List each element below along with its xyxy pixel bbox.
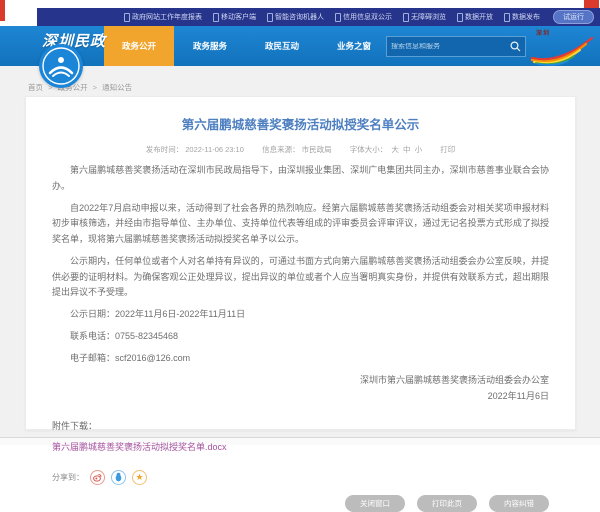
top-utility-bar: 政府网站工作年度报表 移动客户端 智能咨询机器人 信用信息双公示 无障碍浏览 数… — [37, 8, 600, 26]
content-card: 第六届鹏城慈善奖褒扬活动拟授奖名单公示 发布时间：2022-11-06 23:1… — [25, 96, 576, 430]
contact-phone-line: 联系电话：0755-82345468 — [52, 329, 549, 345]
signature-date: 2022年11月6日 — [52, 388, 549, 404]
print-button[interactable]: 打印 — [440, 145, 455, 154]
article-footer-buttons: 关闭窗口 打印此页 内容纠错 — [52, 495, 549, 512]
nav-label: 业务之窗 — [337, 40, 371, 52]
topbar-link-credit-info[interactable]: 信用信息双公示 — [335, 12, 392, 22]
article-meta: 发布时间：2022-11-06 23:10 信息来源：市民政局 字体大小： 大 … — [52, 144, 549, 155]
credit-icon — [335, 13, 341, 22]
article-body: 第六届鹏城慈善奖褒扬活动在深圳市民政局指导下，由深圳报业集团、深圳广电集团共同主… — [52, 163, 549, 405]
nav-label: 政务公开 — [122, 40, 156, 52]
nav-item-public-interaction[interactable]: 政民互动 — [246, 26, 318, 66]
nav-item-business-window[interactable]: 业务之窗 — [318, 26, 390, 66]
source-label: 信息来源： — [262, 145, 300, 154]
screenshot-artifact-right — [584, 0, 599, 8]
document-icon — [124, 13, 130, 22]
favorite-star-icon[interactable]: ★ — [132, 470, 147, 485]
publish-time-value: 2022-11-06 23:10 — [185, 145, 244, 154]
topbar-link-accessibility[interactable]: 无障碍浏览 — [403, 12, 446, 22]
screenshot-artifact-left — [0, 0, 5, 21]
fontsize-medium-button[interactable]: 中 — [403, 145, 411, 154]
main-nav: 政务公开 政务服务 政民互动 业务之窗 — [104, 26, 390, 66]
topbar-link-robot[interactable]: 智能咨询机器人 — [267, 12, 324, 22]
fontsize-label: 字体大小： — [350, 145, 388, 154]
close-window-button[interactable]: 关闭窗口 — [345, 495, 405, 512]
fontsize-large-button[interactable]: 大 — [391, 145, 399, 154]
article-title: 第六届鹏城慈善奖褒扬活动拟授奖名单公示 — [52, 114, 549, 133]
topbar-link-open-data[interactable]: 数据开放 — [457, 12, 493, 22]
topbar-link-label: 移动客户端 — [221, 12, 256, 22]
share-label: 分享到： — [52, 472, 84, 483]
city-brand-logo: 深圳 — [528, 28, 596, 64]
share-row: 分享到： ★ — [52, 470, 549, 485]
trial-run-badge[interactable]: 试运行 — [553, 10, 594, 24]
weibo-icon[interactable] — [90, 470, 105, 485]
publish-time-label: 发布时间： — [146, 145, 184, 154]
topbar-link-data-release[interactable]: 数据发布 — [504, 12, 540, 22]
content-error-button[interactable]: 内容纠错 — [489, 495, 549, 512]
accessibility-icon — [403, 13, 409, 22]
civil-affairs-emblem-icon — [39, 44, 83, 88]
breadcrumb-current: 通知公告 — [102, 83, 132, 92]
robot-icon — [267, 13, 273, 22]
topbar-link-mobile-client[interactable]: 移动客户端 — [213, 12, 256, 22]
source-value: 市民政局 — [302, 145, 332, 154]
topbar-link-label: 无障碍浏览 — [411, 12, 446, 22]
signature-org: 深圳市第六届鹏城慈善奖褒扬活动组委会办公室 — [52, 372, 549, 388]
breadcrumb-separator: > — [93, 83, 97, 92]
attachment-link[interactable]: 第六届鹏城慈善奖褒扬活动拟授奖名单.docx — [52, 440, 227, 453]
signature-block: 深圳市第六届鹏城慈善奖褒扬活动组委会办公室 2022年11月6日 — [52, 372, 549, 404]
search-input[interactable] — [387, 43, 505, 50]
publicity-period-line: 公示日期：2022年11月6日-2022年11月11日 — [52, 307, 549, 323]
topbar-link-label: 数据开放 — [465, 12, 493, 22]
nav-item-government-services[interactable]: 政务服务 — [174, 26, 246, 66]
nav-item-government-disclosure[interactable]: 政务公开 — [104, 26, 174, 66]
paragraph: 自2022年7月启动申报以来，活动得到了社会各界的热烈响应。经第六届鹏城慈善奖褒… — [52, 201, 549, 248]
nav-label: 政民互动 — [265, 40, 299, 52]
fontsize-small-button[interactable]: 小 — [415, 145, 423, 154]
data-icon — [457, 13, 463, 22]
topbar-link-label: 智能咨询机器人 — [275, 12, 324, 22]
topbar-link-annual-report[interactable]: 政府网站工作年度报表 — [124, 12, 202, 22]
qq-icon[interactable] — [111, 470, 126, 485]
release-icon — [504, 13, 510, 22]
search-box — [386, 36, 526, 57]
paragraph: 公示期内，任何单位或者个人对名单持有异议的，可通过书面方式向第六届鹏城慈善奖褒扬… — [52, 254, 549, 301]
topbar-link-label: 数据发布 — [512, 12, 540, 22]
search-icon[interactable] — [505, 37, 525, 56]
contact-email-line: 电子邮箱：scf2016@126.com — [52, 351, 549, 367]
topbar-link-label: 信用信息双公示 — [343, 12, 392, 22]
print-page-button[interactable]: 打印此页 — [417, 495, 477, 512]
phone-icon — [213, 13, 219, 22]
attachment-label: 附件下载： — [52, 419, 549, 432]
nav-label: 政务服务 — [193, 40, 227, 52]
paragraph: 第六届鹏城慈善奖褒扬活动在深圳市民政局指导下，由深圳报业集团、深圳广电集团共同主… — [52, 163, 549, 195]
topbar-link-label: 政府网站工作年度报表 — [132, 12, 202, 22]
